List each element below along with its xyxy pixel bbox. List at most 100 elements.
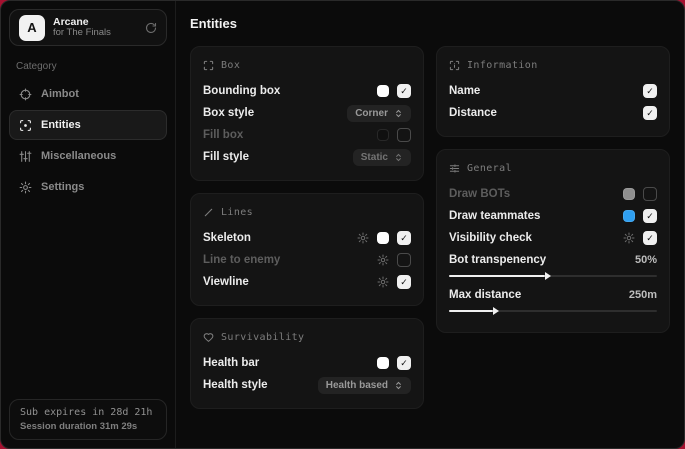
- sliders-vertical-icon: [19, 150, 32, 163]
- sidebar-item-label: Miscellaneous: [41, 150, 116, 162]
- sidebar-item-label: Aimbot: [41, 88, 79, 100]
- app-subtitle: for The Finals: [53, 28, 111, 39]
- row-distance: Distance: [449, 102, 657, 124]
- max-distance-slider[interactable]: [449, 310, 657, 312]
- panel-general: General Draw BOTs Draw teammates: [436, 149, 670, 333]
- row-draw-bots: Draw BOTs: [449, 183, 657, 205]
- panel-title: General: [467, 163, 512, 174]
- color-swatch[interactable]: [623, 210, 635, 222]
- line-to-enemy-settings-gear-icon[interactable]: [377, 254, 389, 266]
- row-viewline: Viewline: [203, 271, 411, 293]
- panel-title: Lines: [221, 207, 253, 218]
- setting-label: Line to enemy: [203, 254, 280, 266]
- row-visibility-check: Visibility check: [449, 227, 657, 249]
- chevrons-up-down-icon: [394, 153, 403, 162]
- subscription-card: Sub expires in 28d 21h Session duration …: [9, 399, 167, 440]
- fill-style-select[interactable]: Static: [353, 149, 411, 166]
- bot-transparency-value: 50%: [635, 254, 657, 266]
- slider-fill[interactable]: [449, 275, 545, 277]
- setting-label: Fill box: [203, 129, 243, 141]
- color-swatch[interactable]: [377, 232, 389, 244]
- heart-pulse-icon: [203, 332, 214, 343]
- app-logo-card: A Arcane for The Finals: [9, 9, 167, 46]
- setting-label: Box style: [203, 107, 254, 119]
- scan-info-icon: [449, 60, 460, 71]
- gear-icon: [19, 181, 32, 194]
- setting-label: Draw BOTs: [449, 188, 510, 200]
- select-value: Corner: [355, 108, 388, 119]
- setting-label: Bounding box: [203, 85, 280, 97]
- page-title: Entities: [190, 16, 670, 31]
- row-box-style: Box style Corner: [203, 102, 411, 124]
- color-swatch[interactable]: [377, 357, 389, 369]
- viewline-settings-gear-icon[interactable]: [377, 276, 389, 288]
- setting-label: Distance: [449, 107, 497, 119]
- setting-label: Max distance: [449, 289, 521, 301]
- row-bounding-box: Bounding box: [203, 80, 411, 102]
- draw-bots-checkbox[interactable]: [643, 187, 657, 201]
- setting-label: Name: [449, 85, 480, 97]
- session-duration: Session duration 31m 29s: [20, 421, 156, 432]
- chevrons-up-down-icon: [394, 381, 403, 390]
- subscription-expiry: Sub expires in 28d 21h: [20, 407, 156, 418]
- line-to-enemy-checkbox[interactable]: [397, 253, 411, 267]
- line-icon: [203, 207, 214, 218]
- health-bar-checkbox[interactable]: [397, 356, 411, 370]
- color-swatch[interactable]: [377, 85, 389, 97]
- sidebar-item-label: Entities: [41, 119, 81, 131]
- bot-transparency-slider[interactable]: [449, 275, 657, 277]
- box-select-icon: [203, 60, 214, 71]
- sidebar-item-aimbot[interactable]: Aimbot: [9, 79, 167, 109]
- panel-information: Information Name Distance: [436, 46, 670, 137]
- row-draw-teammates: Draw teammates: [449, 205, 657, 227]
- panel-title: Box: [221, 60, 240, 71]
- bounding-box-checkbox[interactable]: [397, 84, 411, 98]
- fill-box-checkbox[interactable]: [397, 128, 411, 142]
- setting-label: Health bar: [203, 357, 259, 369]
- panel-box: Box Bounding box Box style Corner: [190, 46, 424, 181]
- chevrons-up-down-icon: [394, 109, 403, 118]
- row-fill-box: Fill box: [203, 124, 411, 146]
- row-fill-style: Fill style Static: [203, 146, 411, 168]
- panel-lines: Lines Skeleton Line to enemy: [190, 193, 424, 306]
- row-health-bar: Health bar: [203, 352, 411, 374]
- sliders-horizontal-icon: [449, 163, 460, 174]
- crosshair-icon: [19, 88, 32, 101]
- setting-label: Health style: [203, 379, 268, 391]
- main-content: Entities Box Bounding box: [176, 1, 684, 448]
- panel-title: Survivability: [221, 332, 304, 343]
- skeleton-checkbox[interactable]: [397, 231, 411, 245]
- row-line-to-enemy: Line to enemy: [203, 249, 411, 271]
- sidebar-item-settings[interactable]: Settings: [9, 172, 167, 202]
- sidebar-item-miscellaneous[interactable]: Miscellaneous: [9, 141, 167, 171]
- skeleton-settings-gear-icon[interactable]: [357, 232, 369, 244]
- panel-survivability: Survivability Health bar Health style He…: [190, 318, 424, 409]
- row-name: Name: [449, 80, 657, 102]
- draw-teammates-checkbox[interactable]: [643, 209, 657, 223]
- distance-checkbox[interactable]: [643, 106, 657, 120]
- viewline-checkbox[interactable]: [397, 275, 411, 289]
- setting-label: Fill style: [203, 151, 249, 163]
- scan-eye-icon: [19, 119, 32, 132]
- box-style-select[interactable]: Corner: [347, 105, 411, 122]
- name-checkbox[interactable]: [643, 84, 657, 98]
- max-distance-value: 250m: [629, 289, 657, 301]
- sidebar-item-label: Settings: [41, 181, 84, 193]
- panel-title: Information: [467, 60, 538, 71]
- row-skeleton: Skeleton: [203, 227, 411, 249]
- color-swatch[interactable]: [623, 188, 635, 200]
- setting-label: Visibility check: [449, 232, 532, 244]
- color-swatch[interactable]: [377, 129, 389, 141]
- select-value: Static: [361, 152, 388, 163]
- visibility-check-checkbox[interactable]: [643, 231, 657, 245]
- select-value: Health based: [326, 380, 388, 391]
- health-style-select[interactable]: Health based: [318, 377, 411, 394]
- refresh-icon[interactable]: [145, 22, 157, 34]
- row-bot-transparency: Bot transpenency 50%: [449, 250, 657, 277]
- row-health-style: Health style Health based: [203, 374, 411, 396]
- sidebar-item-entities[interactable]: Entities: [9, 110, 167, 140]
- app-logo: A: [19, 15, 45, 41]
- visibility-settings-gear-icon[interactable]: [623, 232, 635, 244]
- sidebar: A Arcane for The Finals Category Aimbot: [1, 1, 176, 448]
- slider-fill[interactable]: [449, 310, 493, 312]
